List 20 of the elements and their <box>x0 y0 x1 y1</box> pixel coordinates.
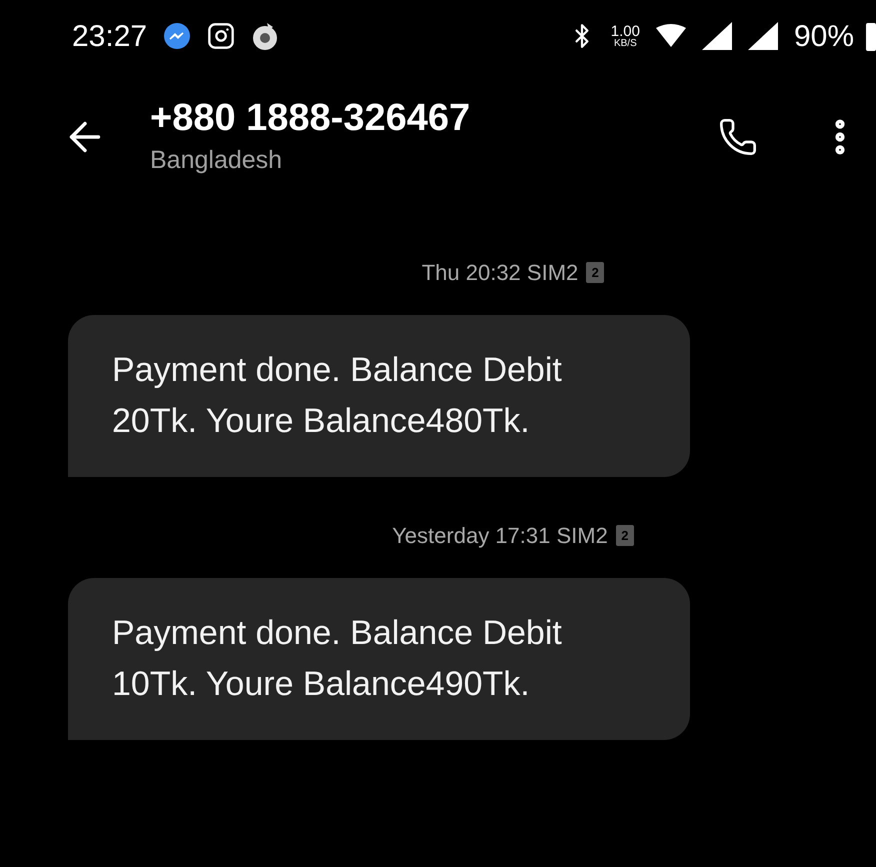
contact-number: +880 1888-326467 <box>150 96 472 140</box>
contact-country: Bangladesh <box>150 145 284 176</box>
call-button[interactable] <box>718 117 758 157</box>
net-unit: KB/S <box>614 38 637 48</box>
clock-time: 23:27 <box>72 18 148 54</box>
wifi-icon <box>656 24 686 48</box>
sim-icon: 2 <box>586 262 604 283</box>
battery-level: 90% <box>794 18 854 54</box>
messenger-icon <box>163 22 192 50</box>
app-icon <box>251 21 280 51</box>
net-speed: 1.00 <box>610 24 640 38</box>
battery-icon <box>866 21 876 51</box>
sim-icon: 2 <box>616 525 634 546</box>
signal-icon <box>702 22 732 50</box>
instagram-icon <box>207 22 236 50</box>
message-timestamp: Thu 20:32 SIM2 <box>422 259 578 287</box>
signal-icon <box>748 22 778 50</box>
message-timestamp: Yesterday 17:31 SIM2 <box>392 522 608 550</box>
message-bubble: Payment done. Balance Debit 10Tk. Youre Balance490Tk. <box>68 578 690 740</box>
message-bubble: Payment done. Balance Debit 20Tk. Youre Balance480Tk. <box>68 315 690 477</box>
